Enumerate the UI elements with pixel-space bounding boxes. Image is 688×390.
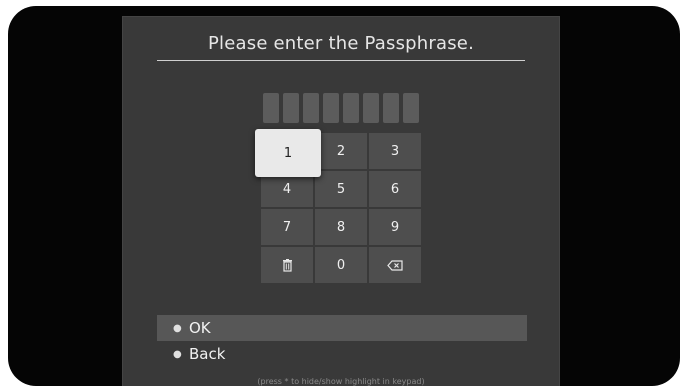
key-clear[interactable] bbox=[261, 247, 313, 283]
passphrase-slot bbox=[263, 93, 279, 123]
key-0[interactable]: 0 bbox=[315, 247, 367, 283]
passphrase-slot bbox=[363, 93, 379, 123]
back-label: Back bbox=[189, 345, 226, 363]
key-1[interactable]: 1 bbox=[255, 129, 321, 177]
key-7[interactable]: 7 bbox=[261, 209, 313, 245]
key-3[interactable]: 3 bbox=[369, 133, 421, 169]
numeric-keypad: 1 2 3 4 5 6 7 8 9 0 bbox=[255, 129, 421, 285]
passphrase-slot bbox=[323, 93, 339, 123]
key-6[interactable]: 6 bbox=[369, 171, 421, 207]
backspace-icon bbox=[387, 259, 403, 271]
passphrase-slot bbox=[303, 93, 319, 123]
bullet-icon: ● bbox=[173, 322, 182, 334]
passphrase-slot bbox=[343, 93, 359, 123]
key-backspace[interactable] bbox=[369, 247, 421, 283]
passphrase-field bbox=[263, 93, 419, 123]
back-button[interactable]: ● Back bbox=[157, 341, 527, 367]
trash-icon bbox=[282, 258, 293, 272]
bullet-icon: ● bbox=[173, 348, 182, 360]
passphrase-slot bbox=[283, 93, 299, 123]
passphrase-slot bbox=[383, 93, 399, 123]
key-2[interactable]: 2 bbox=[315, 133, 367, 169]
tv-screen: Please enter the Passphrase. 1 2 3 4 5 6… bbox=[8, 6, 680, 386]
key-9[interactable]: 9 bbox=[369, 209, 421, 245]
key-8[interactable]: 8 bbox=[315, 209, 367, 245]
dialog-title: Please enter the Passphrase. bbox=[207, 33, 474, 54]
key-5[interactable]: 5 bbox=[315, 171, 367, 207]
keypad-hint: (press * to hide/show highlight in keypa… bbox=[257, 377, 425, 386]
passphrase-slot bbox=[403, 93, 419, 123]
ok-button[interactable]: ● OK bbox=[157, 315, 527, 341]
action-menu: ● OK ● Back bbox=[157, 315, 527, 367]
ok-label: OK bbox=[189, 319, 211, 337]
passphrase-dialog: Please enter the Passphrase. 1 2 3 4 5 6… bbox=[123, 17, 559, 386]
title-divider bbox=[157, 60, 525, 61]
